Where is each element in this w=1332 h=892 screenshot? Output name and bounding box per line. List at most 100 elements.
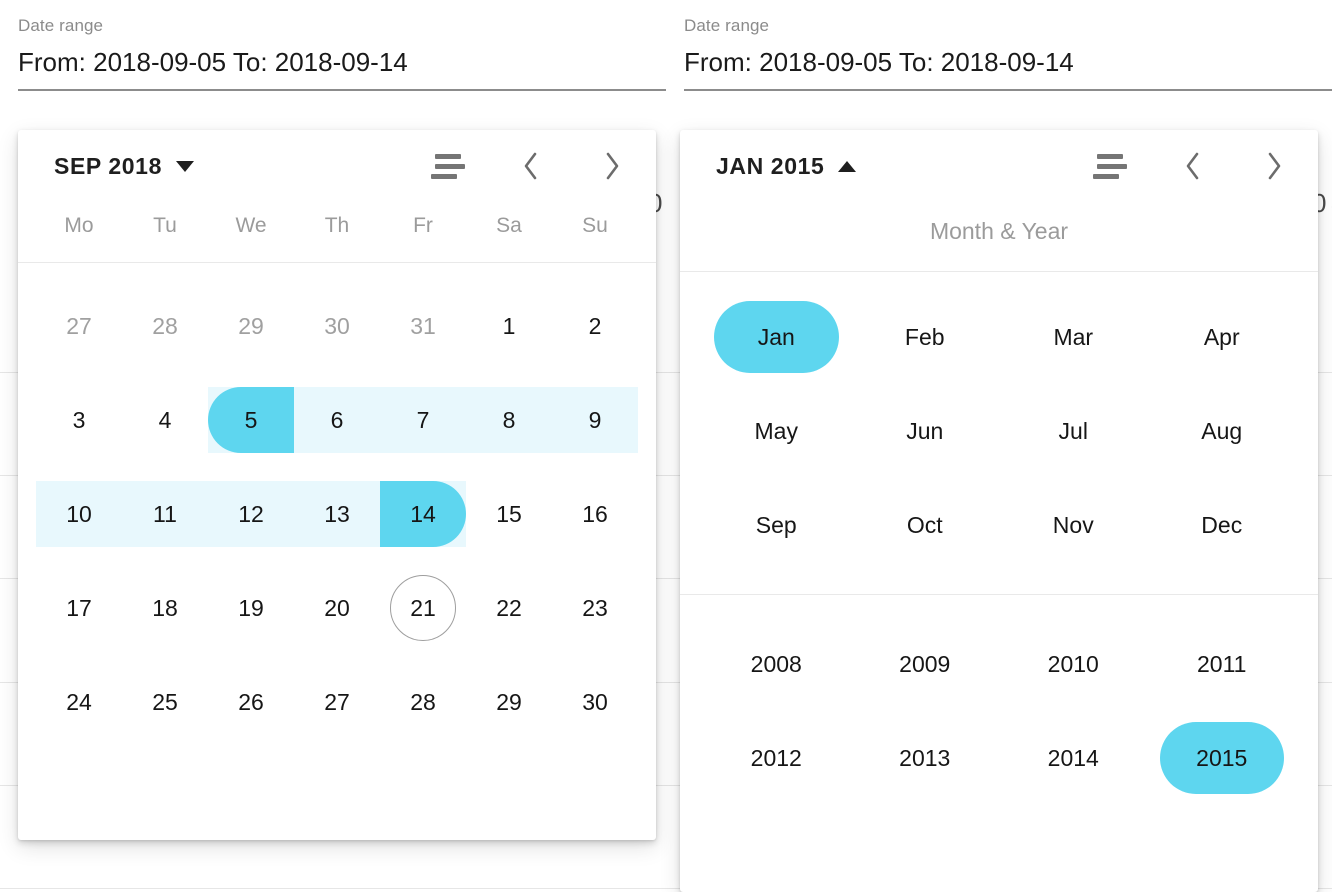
month-year-toggle-right[interactable]: JAN 2015 <box>716 153 857 180</box>
day-cell-16[interactable]: 16 <box>552 467 638 561</box>
day-number: 20 <box>324 594 350 621</box>
day-cell-29[interactable]: 29 <box>208 279 294 373</box>
day-cell-18[interactable]: 18 <box>122 561 208 655</box>
day-cell-27[interactable]: 27 <box>294 655 380 749</box>
month-option-Jul[interactable]: Jul <box>999 384 1148 478</box>
year-option-2015[interactable]: 2015 <box>1148 711 1297 805</box>
month-option-Oct[interactable]: Oct <box>851 478 1000 572</box>
sort-icon[interactable] <box>1092 148 1128 184</box>
month-option-Jun[interactable]: Jun <box>851 384 1000 478</box>
month-option-label: Jun <box>906 417 944 444</box>
day-cell-7[interactable]: 7 <box>380 373 466 467</box>
day-cell-12[interactable]: 12 <box>208 467 294 561</box>
day-cell-31[interactable]: 31 <box>380 279 466 373</box>
day-cell-14[interactable]: 14 <box>380 467 466 561</box>
month-option-Aug[interactable]: Aug <box>1148 384 1297 478</box>
day-picker-panel: SEP 2018 Mo Tu We Th Fr Sa Su 27 28 29 30 31 1 2 3 4 5 6… <box>18 130 656 840</box>
day-number: 15 <box>496 500 522 527</box>
day-cell-27[interactable]: 27 <box>36 279 122 373</box>
day-number: 17 <box>66 594 92 621</box>
chevron-left-icon[interactable] <box>512 148 548 184</box>
year-option-2014[interactable]: 2014 <box>999 711 1148 805</box>
year-option-label: 2012 <box>750 744 802 771</box>
day-number: 7 <box>416 406 430 433</box>
day-cell-9[interactable]: 9 <box>552 373 638 467</box>
year-option-2010[interactable]: 2010 <box>999 617 1148 711</box>
day-cell-30[interactable]: 30 <box>552 655 638 749</box>
month-year-picker-panel: JAN 2015 Month & Year Jan Feb Mar Apr May Jun… <box>680 130 1318 892</box>
month-grid: Jan Feb Mar Apr May Jun Jul Aug Sep Oct Nov Dec <box>680 272 1318 595</box>
month-option-Nov[interactable]: Nov <box>999 478 1148 572</box>
day-number: 28 <box>152 312 178 339</box>
caret-up-icon <box>838 160 857 172</box>
day-number: 9 <box>588 406 602 433</box>
chevron-right-icon[interactable] <box>1256 148 1292 184</box>
day-cell-3[interactable]: 3 <box>36 373 122 467</box>
day-cell-30[interactable]: 30 <box>294 279 380 373</box>
day-cell-26[interactable]: 26 <box>208 655 294 749</box>
date-range-label-left: Date range <box>18 16 104 35</box>
day-cell-21[interactable]: 21 <box>380 561 466 655</box>
day-number: 18 <box>152 594 178 621</box>
month-option-Apr[interactable]: Apr <box>1148 290 1297 384</box>
day-cell-24[interactable]: 24 <box>36 655 122 749</box>
day-cell-19[interactable]: 19 <box>208 561 294 655</box>
day-cell-10[interactable]: 10 <box>36 467 122 561</box>
month-option-label: Nov <box>1052 511 1094 538</box>
year-option-2013[interactable]: 2013 <box>851 711 1000 805</box>
year-option-2009[interactable]: 2009 <box>851 617 1000 711</box>
year-option-label: 2011 <box>1197 650 1247 677</box>
day-cell-5[interactable]: 5 <box>208 373 294 467</box>
month-option-Sep[interactable]: Sep <box>702 478 851 572</box>
day-number: 4 <box>158 406 172 433</box>
date-range-label-right: Date range <box>684 16 770 35</box>
date-range-value-right[interactable]: From: 2018-09-05 To: 2018-09-14 <box>684 36 1332 79</box>
day-number: 26 <box>238 688 264 715</box>
day-cell-2[interactable]: 2 <box>552 279 638 373</box>
year-option-2012[interactable]: 2012 <box>702 711 851 805</box>
day-cell-28[interactable]: 28 <box>122 279 208 373</box>
day-cell-22[interactable]: 22 <box>466 561 552 655</box>
sort-icon[interactable] <box>430 148 466 184</box>
day-cell-13[interactable]: 13 <box>294 467 380 561</box>
day-cell-15[interactable]: 15 <box>466 467 552 561</box>
month-year-toggle-left[interactable]: SEP 2018 <box>54 153 194 180</box>
day-cell-23[interactable]: 23 <box>552 561 638 655</box>
day-cell-1[interactable]: 1 <box>466 279 552 373</box>
day-cell-29[interactable]: 29 <box>466 655 552 749</box>
day-cell-20[interactable]: 20 <box>294 561 380 655</box>
calendar-title-left: SEP 2018 <box>54 152 162 179</box>
month-option-Jan[interactable]: Jan <box>702 290 851 384</box>
week-row: 3 4 5 6 7 8 9 <box>36 373 638 467</box>
month-option-Mar[interactable]: Mar <box>999 290 1148 384</box>
month-option-label: Jul <box>1058 417 1088 444</box>
year-option-2008[interactable]: 2008 <box>702 617 851 711</box>
month-option-label: Jan <box>757 323 795 350</box>
month-option-May[interactable]: May <box>702 384 851 478</box>
day-number: 12 <box>238 500 264 527</box>
day-cell-6[interactable]: 6 <box>294 373 380 467</box>
day-number: 31 <box>410 312 436 339</box>
chevron-right-icon[interactable] <box>594 148 630 184</box>
chevron-left-icon[interactable] <box>1174 148 1210 184</box>
day-cell-8[interactable]: 8 <box>466 373 552 467</box>
day-picker-header: SEP 2018 <box>18 130 656 202</box>
field-underline-right <box>684 89 1332 91</box>
day-number: 29 <box>496 688 522 715</box>
day-number: 10 <box>66 500 92 527</box>
day-number: 16 <box>582 500 608 527</box>
day-cell-11[interactable]: 11 <box>122 467 208 561</box>
day-cell-17[interactable]: 17 <box>36 561 122 655</box>
day-number: 6 <box>330 406 344 433</box>
day-cell-25[interactable]: 25 <box>122 655 208 749</box>
day-number: 28 <box>410 688 436 715</box>
year-option-label: 2008 <box>750 650 802 677</box>
month-option-Dec[interactable]: Dec <box>1148 478 1297 572</box>
month-option-Feb[interactable]: Feb <box>851 290 1000 384</box>
year-option-2011[interactable]: 2011 <box>1148 617 1297 711</box>
day-number: 21 <box>390 575 456 641</box>
day-cell-28[interactable]: 28 <box>380 655 466 749</box>
date-range-value-left[interactable]: From: 2018-09-05 To: 2018-09-14 <box>18 36 666 79</box>
day-cell-4[interactable]: 4 <box>122 373 208 467</box>
month-year-header-actions <box>1092 148 1292 184</box>
